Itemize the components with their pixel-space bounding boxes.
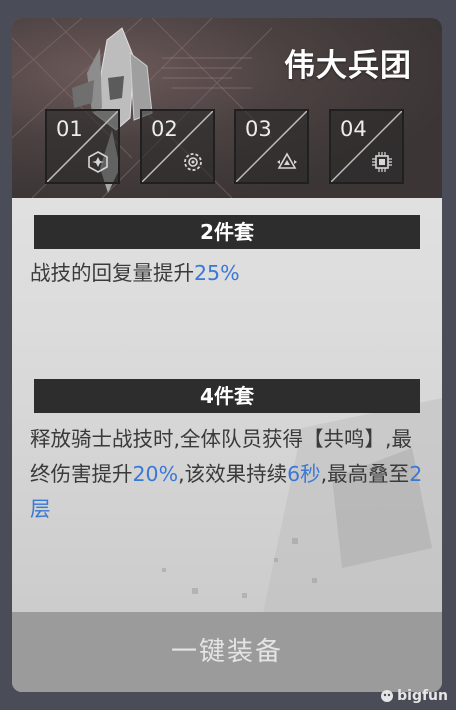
desc-text: ,该效果持续 — [178, 462, 288, 486]
desc-highlight: 25% — [194, 261, 240, 285]
set-4-description: 释放骑士战技时,全体队员获得【共鸣】,最终伤害提升20%,该效果持续6秒,最高叠… — [30, 422, 428, 527]
slot-number: 03 — [245, 117, 272, 141]
triangle-arrows-icon — [277, 152, 297, 169]
slot-number: 02 — [151, 117, 178, 141]
slot-04[interactable]: 04 — [329, 109, 404, 184]
hexagon-star-icon — [88, 151, 108, 173]
slot-number: 04 — [340, 117, 367, 141]
gear-set-card: 伟大兵团 01 02 03 04 2件套 战技的回复量提升25% 4件套 释放骑… — [12, 18, 442, 692]
bigfun-logo-icon — [381, 690, 394, 702]
desc-highlight: 20% — [132, 462, 179, 486]
chip-icon — [372, 152, 392, 172]
set-4-heading: 4件套 — [34, 379, 420, 413]
desc-highlight: 6秒 — [287, 462, 321, 486]
desc-text: 战技的回复量提升 — [30, 261, 194, 285]
slot-03[interactable]: 03 — [234, 109, 309, 184]
set-2-description: 战技的回复量提升25% — [30, 256, 428, 291]
slot-02[interactable]: 02 — [140, 109, 215, 184]
gear-target-icon — [184, 153, 202, 171]
set-title: 伟大兵团 — [284, 48, 412, 84]
card-header: 伟大兵团 01 02 03 04 — [12, 18, 442, 198]
desc-text: ,最高叠至 — [320, 462, 410, 486]
set-2-heading: 2件套 — [34, 215, 420, 249]
slot-number: 01 — [56, 117, 83, 141]
slot-01[interactable]: 01 — [45, 109, 120, 184]
equip-all-button[interactable]: 一键装备 — [12, 612, 442, 692]
watermark-text: bigfun — [397, 688, 448, 704]
watermark: bigfun — [380, 688, 448, 704]
